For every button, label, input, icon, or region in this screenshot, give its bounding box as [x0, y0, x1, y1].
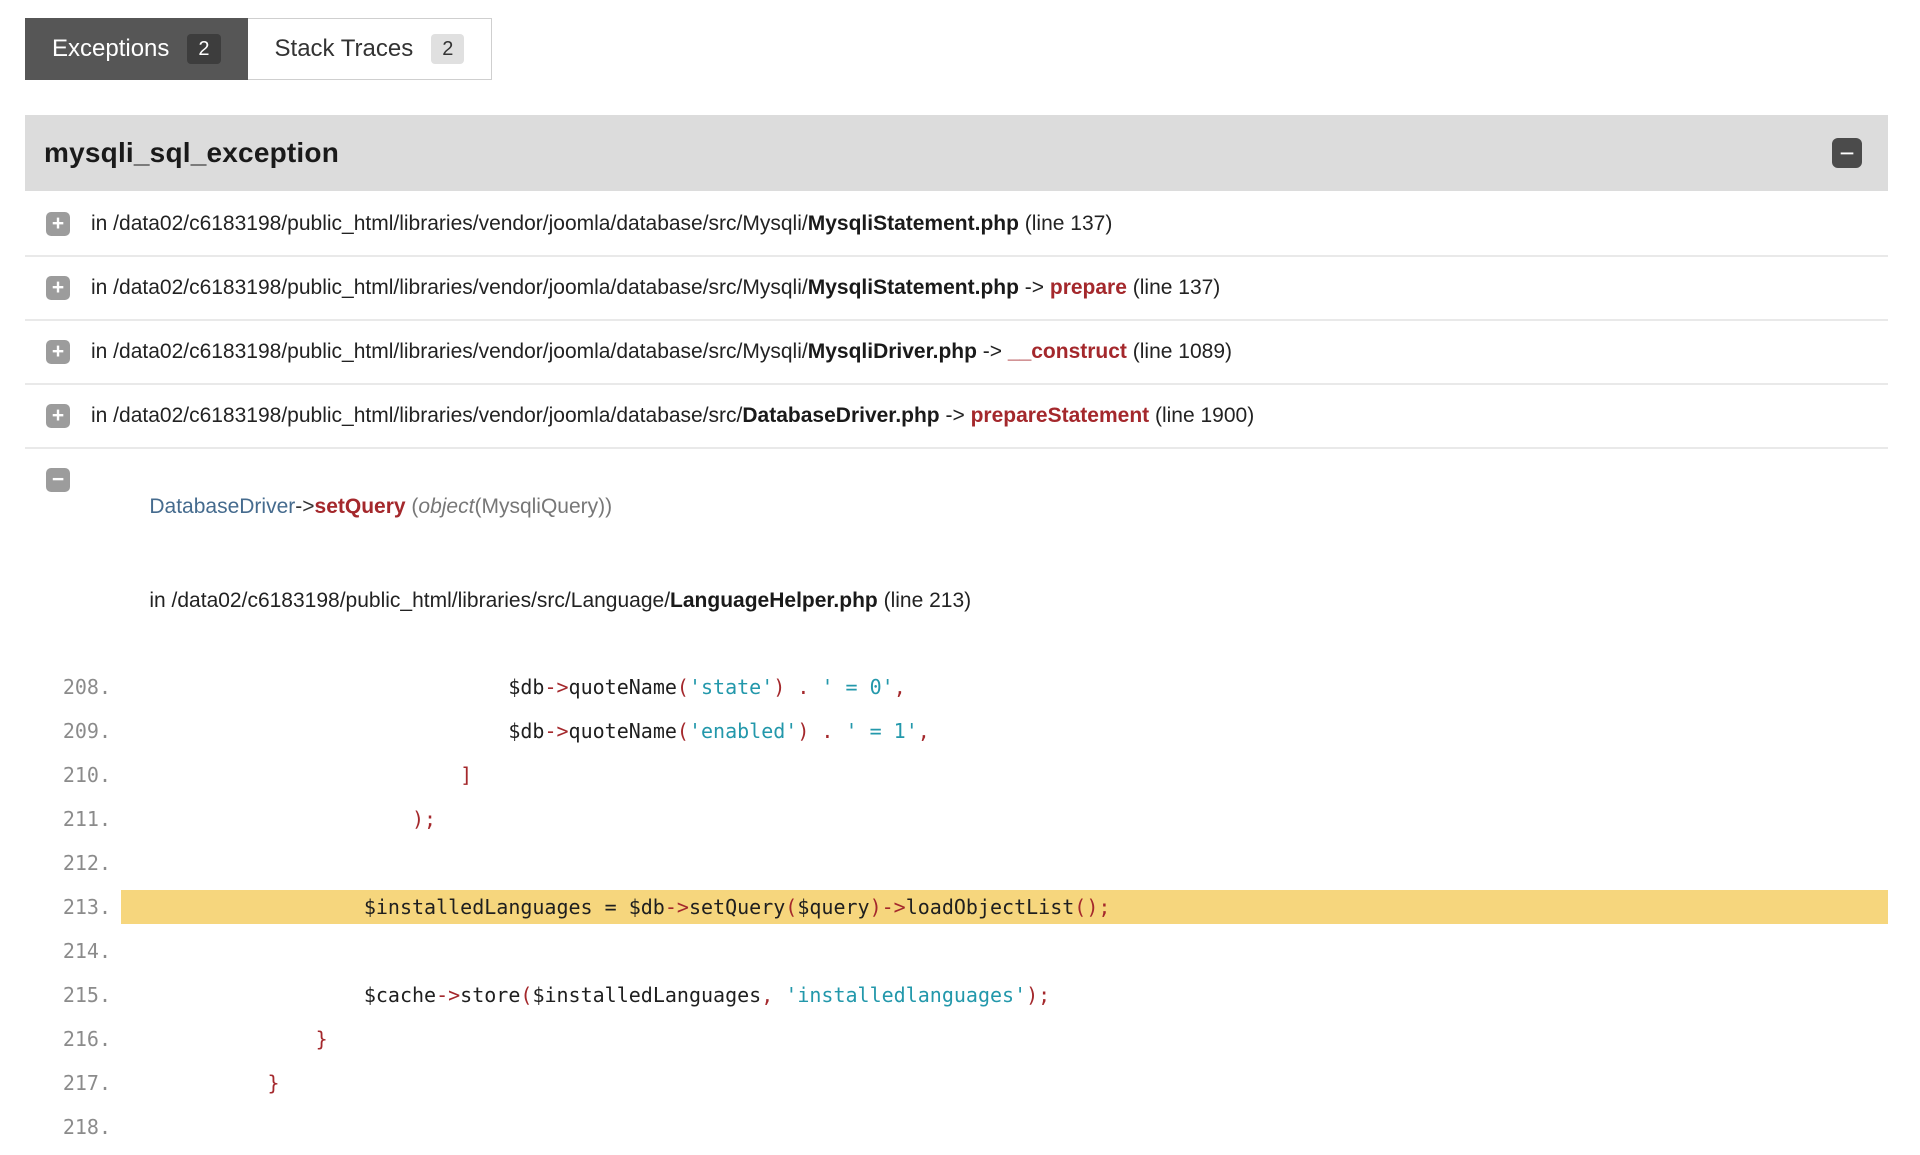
file-name: LanguageHelper.php [670, 589, 878, 612]
class-name: DatabaseDriver [149, 495, 295, 518]
trace-list: + in /data02/c6183198/public_html/librari… [25, 193, 1888, 449]
call-signature: DatabaseDriver->setQuery (object(MysqliQ… [91, 465, 971, 549]
line-number: 217. [25, 1071, 121, 1095]
args-open: ( [406, 495, 419, 518]
exception-panel: mysqli_sql_exception − + in /data02/c6183… [25, 115, 1888, 1155]
line-number: 212. [25, 851, 121, 875]
code-line: 217. } [25, 1061, 1888, 1105]
code-text [121, 1124, 1888, 1130]
line-number: 216. [25, 1027, 121, 1051]
exception-header: mysqli_sql_exception − [25, 115, 1888, 191]
file-path-prefix: in /data02/c6183198/public_html/librarie… [91, 212, 808, 235]
code-text: $cache->store($installedLanguages, 'inst… [121, 978, 1888, 1012]
trace-text: in /data02/c6183198/public_html/librarie… [91, 276, 1220, 300]
trace-text: in /data02/c6183198/public_html/librarie… [91, 404, 1254, 428]
code-text: $installedLanguages = $db->setQuery($que… [121, 890, 1888, 924]
method-name: prepareStatement [971, 404, 1150, 427]
expand-icon[interactable]: + [46, 276, 70, 300]
method-name: setQuery [315, 495, 406, 518]
exception-title: mysqli_sql_exception [44, 137, 339, 169]
code-line: 210. ] [25, 753, 1888, 797]
arrow-operator: -> [977, 340, 1008, 363]
code-text: ); [121, 802, 1888, 836]
file-path-prefix: in /data02/c6183198/public_html/librarie… [149, 589, 670, 612]
code-line: 216. } [25, 1017, 1888, 1061]
file-name: MysqliStatement.php [808, 212, 1019, 235]
trace-row: + in /data02/c6183198/public_html/librari… [25, 193, 1888, 257]
code-excerpt: 208. $db->quoteName('state') . ' = 0',20… [25, 665, 1888, 1155]
arrow-operator: -> [940, 404, 971, 427]
line-info: (line 137) [1127, 276, 1220, 299]
tab-stack-traces-count-badge: 2 [431, 34, 464, 64]
file-path-prefix: in /data02/c6183198/public_html/librarie… [91, 340, 808, 363]
code-text: $db->quoteName('enabled') . ' = 1', [121, 714, 1888, 748]
code-text: } [121, 1022, 1888, 1056]
line-info: (line 1089) [1127, 340, 1232, 363]
code-text [121, 948, 1888, 954]
code-text: $db->quoteName('state') . ' = 0', [121, 670, 1888, 704]
file-name: MysqliStatement.php [808, 276, 1019, 299]
trace-row: + in /data02/c6183198/public_html/librari… [25, 257, 1888, 321]
code-line: 209. $db->quoteName('enabled') . ' = 1', [25, 709, 1888, 753]
line-number: 209. [25, 719, 121, 743]
code-text [121, 860, 1888, 866]
expanded-trace-frame: − DatabaseDriver->setQuery (object(Mysql… [25, 449, 1888, 643]
tab-stack-traces[interactable]: Stack Traces 2 [248, 18, 493, 80]
line-number: 214. [25, 939, 121, 963]
args-type: object [418, 495, 474, 518]
line-number: 213. [25, 895, 121, 919]
line-number: 208. [25, 675, 121, 699]
expanded-trace-body: DatabaseDriver->setQuery (object(MysqliQ… [91, 465, 971, 643]
expand-icon[interactable]: + [46, 212, 70, 236]
method-name: prepare [1050, 276, 1127, 299]
line-info: (line 213) [878, 589, 971, 612]
call-arguments: (object(MysqliQuery)) [406, 495, 613, 518]
tab-exceptions[interactable]: Exceptions 2 [25, 18, 248, 80]
code-text: } [121, 1066, 1888, 1100]
code-line: 218. [25, 1105, 1888, 1149]
error-page: Exceptions 2 Stack Traces 2 mysqli_sql_e… [0, 0, 1920, 1155]
trace-row: + in /data02/c6183198/public_html/librari… [25, 385, 1888, 449]
code-line: 212. [25, 841, 1888, 885]
code-line: 214. [25, 929, 1888, 973]
collapse-frame-icon[interactable]: − [46, 468, 70, 492]
file-path-prefix: in /data02/c6183198/public_html/librarie… [91, 276, 808, 299]
tab-stack-traces-label: Stack Traces [275, 35, 414, 63]
line-info: (line 137) [1019, 212, 1112, 235]
line-number: 215. [25, 983, 121, 1007]
line-number: 218. [25, 1115, 121, 1139]
tab-exceptions-label: Exceptions [52, 35, 169, 63]
panel-collapse-icon[interactable]: − [1832, 138, 1862, 168]
expand-icon[interactable]: + [46, 340, 70, 364]
line-number: 210. [25, 763, 121, 787]
file-path-prefix: in /data02/c6183198/public_html/librarie… [91, 404, 742, 427]
arrow-operator: -> [295, 495, 314, 518]
line-info: (line 1900) [1149, 404, 1254, 427]
code-line-highlighted: 213. $installedLanguages = $db->setQuery… [25, 885, 1888, 929]
file-name: MysqliDriver.php [808, 340, 977, 363]
tab-exceptions-count-badge: 2 [187, 34, 220, 64]
method-name: __construct [1008, 340, 1127, 363]
trace-text: in /data02/c6183198/public_html/librarie… [91, 212, 1112, 236]
code-text: ] [121, 758, 1888, 792]
tab-bar: Exceptions 2 Stack Traces 2 [25, 18, 492, 80]
line-number: 211. [25, 807, 121, 831]
trace-text: in /data02/c6183198/public_html/librarie… [91, 340, 1232, 364]
file-name: DatabaseDriver.php [742, 404, 939, 427]
code-line: 211. ); [25, 797, 1888, 841]
trace-row: + in /data02/c6183198/public_html/librari… [25, 321, 1888, 385]
expand-icon[interactable]: + [46, 404, 70, 428]
args-rest: (MysqliQuery)) [474, 495, 612, 518]
code-line: 208. $db->quoteName('state') . ' = 0', [25, 665, 1888, 709]
file-location: in /data02/c6183198/public_html/librarie… [91, 559, 971, 643]
code-line: 215. $cache->store($installedLanguages, … [25, 973, 1888, 1017]
arrow-operator: -> [1019, 276, 1050, 299]
